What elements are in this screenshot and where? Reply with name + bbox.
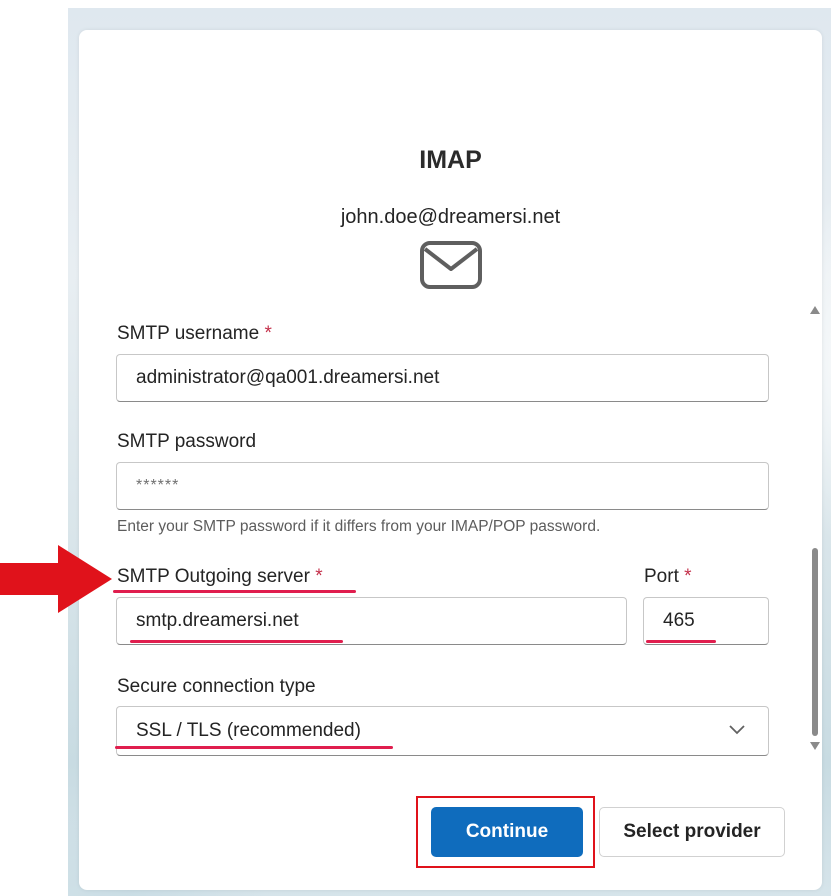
connection-type-value: SSL / TLS (recommended) bbox=[136, 720, 361, 741]
required-mark: * bbox=[264, 323, 272, 344]
smtp-username-label: SMTP username * bbox=[117, 323, 272, 344]
connection-type-label: Secure connection type bbox=[117, 676, 316, 697]
smtp-server-field[interactable]: smtp.dreamersi.net bbox=[116, 597, 627, 645]
port-field[interactable]: 465 bbox=[643, 597, 769, 645]
scroll-down-icon[interactable] bbox=[810, 742, 820, 750]
port-value: 465 bbox=[663, 610, 695, 631]
smtp-server-label: SMTP Outgoing server * bbox=[117, 566, 323, 587]
chevron-down-icon bbox=[729, 725, 745, 735]
annotation-underline bbox=[113, 590, 356, 593]
smtp-username-field[interactable]: administrator@qa001.dreamersi.net bbox=[116, 354, 769, 402]
mail-icon bbox=[420, 241, 482, 289]
scroll-up-icon[interactable] bbox=[810, 306, 820, 314]
smtp-password-label: SMTP password bbox=[117, 431, 257, 452]
smtp-server-value: smtp.dreamersi.net bbox=[136, 610, 299, 631]
annotation-underline bbox=[646, 640, 716, 643]
dialog-title: IMAP bbox=[419, 146, 482, 174]
smtp-password-field[interactable]: ****** bbox=[116, 462, 769, 510]
smtp-username-value: administrator@qa001.dreamersi.net bbox=[136, 367, 440, 388]
required-mark: * bbox=[315, 566, 323, 587]
smtp-password-placeholder: ****** bbox=[136, 477, 180, 494]
scrollbar-thumb[interactable] bbox=[812, 548, 818, 736]
annotation-underline bbox=[115, 746, 393, 749]
smtp-password-helper: Enter your SMTP password if it differs f… bbox=[117, 518, 601, 535]
account-email: john.doe@dreamersi.net bbox=[340, 206, 561, 228]
select-provider-button[interactable]: Select provider bbox=[599, 807, 785, 857]
port-label: Port * bbox=[644, 566, 692, 587]
annotation-arrow-icon bbox=[0, 545, 112, 613]
annotation-highlight-box bbox=[416, 796, 595, 868]
annotation-underline bbox=[130, 640, 343, 643]
required-mark: * bbox=[684, 566, 692, 587]
